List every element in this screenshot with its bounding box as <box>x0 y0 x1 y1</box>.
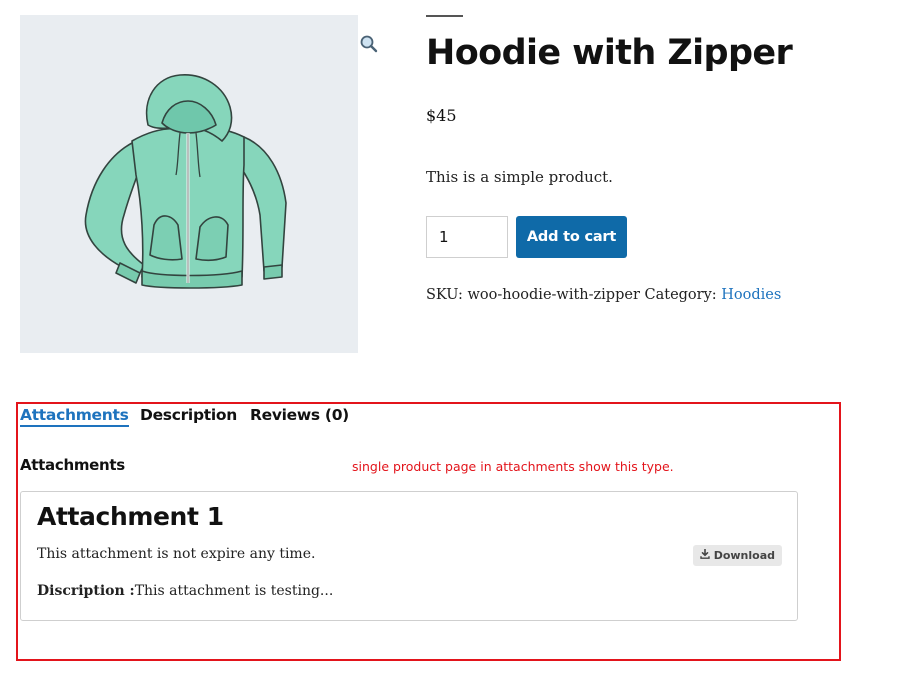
description-text: This attachment is testing... <box>134 583 334 599</box>
tab-description[interactable]: Description <box>140 406 237 424</box>
product-meta: SKU: woo-hoodie-with-zipper Category: Ho… <box>426 287 781 303</box>
sku-label: SKU: <box>426 287 463 303</box>
download-label: Download <box>713 549 775 562</box>
attachment-title: Attachment 1 <box>37 502 224 531</box>
product-short-description: This is a simple product. <box>426 168 613 186</box>
product-image[interactable] <box>20 15 358 353</box>
attachment-description: Discription :This attachment is testing.… <box>37 583 333 599</box>
attachment-card: Attachment 1 This attachment is not expi… <box>20 491 798 621</box>
category-link[interactable]: Hoodies <box>721 287 781 303</box>
description-label: Discription : <box>37 583 135 599</box>
download-icon <box>699 548 710 562</box>
tab-reviews[interactable]: Reviews (0) <box>250 406 349 424</box>
download-button[interactable]: Download <box>692 545 782 566</box>
magnifier-icon[interactable] <box>358 33 380 55</box>
quantity-input[interactable] <box>426 216 508 258</box>
add-to-cart-button[interactable]: Add to cart <box>516 216 627 258</box>
product-price: $45 <box>426 106 457 125</box>
hoodie-image <box>84 74 287 289</box>
product-title: Hoodie with Zipper <box>426 33 793 73</box>
annotation-note: single product page in attachments show … <box>352 459 674 474</box>
sku-value: woo-hoodie-with-zipper <box>467 287 640 303</box>
title-divider <box>426 15 463 17</box>
tab-attachments[interactable]: Attachments <box>20 406 129 427</box>
category-label: Category: <box>644 287 717 303</box>
attachments-heading: Attachments <box>20 456 125 474</box>
attachment-expiry: This attachment is not expire any time. <box>37 546 316 562</box>
